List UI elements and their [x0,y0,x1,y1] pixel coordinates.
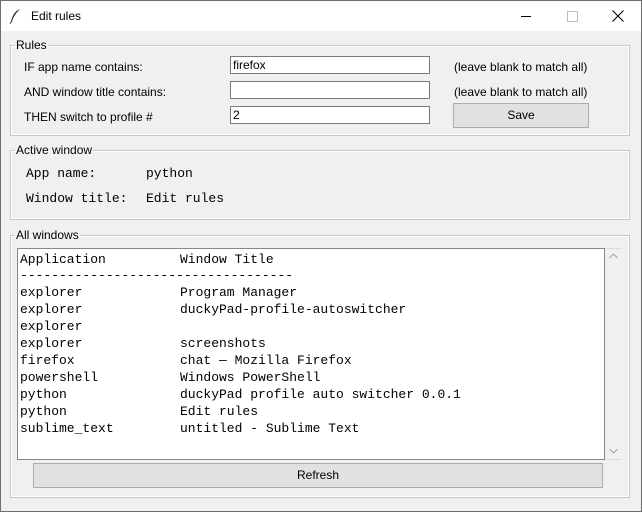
window-title-input[interactable] [230,81,430,99]
vertical-scrollbar[interactable] [605,248,622,460]
row-window-title: duckyPad profile auto switcher 0.0.1 [180,387,461,402]
row-application: python [20,387,67,402]
header-window-title: Window Title [180,252,274,267]
row-application: firefox [20,353,75,368]
row-application: sublime_text [20,421,114,436]
minimize-button[interactable] [503,1,549,31]
active-title-label: Window title: [26,191,128,206]
row-window-title: chat — Mozilla Firefox [180,353,352,368]
list-header: Application Window Title [20,251,461,268]
row-application: python [20,404,67,419]
rules-legend: Rules [16,38,47,52]
row-window-title: duckyPad-profile-autoswitcher [180,302,407,317]
row-window-title: untitled - Sublime Text [180,421,360,436]
row-application: explorer [20,285,83,300]
scroll-down-icon[interactable] [609,448,618,454]
list-item[interactable]: python duckyPad profile auto switcher 0.0… [20,386,461,403]
row-application: explorer [20,302,83,317]
window-title: Edit rules [31,9,82,23]
row-window-title: Edit rules [180,404,259,419]
active-app-value: python [146,166,193,181]
active-window-legend: Active window [16,143,93,157]
scroll-up-icon[interactable] [609,253,618,259]
window-title-label: AND window title contains: [24,85,167,99]
title-bar[interactable]: Edit rules [1,1,641,31]
row-application: powershell [20,370,99,385]
active-window-group: Active window [10,143,630,220]
list-separator: ----------------------------------- [20,268,294,283]
list-item[interactable]: explorer [20,318,461,335]
row-application: explorer [20,319,83,334]
windows-listbox[interactable]: Application Window Title ----------------… [17,248,605,460]
app-name-hint: (leave blank to match all) [454,60,588,74]
windows-list: Application Window Title ----------------… [20,251,461,437]
app-name-label: IF app name contains: [24,60,143,74]
close-button[interactable] [595,1,641,31]
all-windows-legend: All windows [16,228,79,242]
row-application: explorer [20,336,83,351]
maximize-button[interactable] [549,1,595,31]
save-button[interactable]: Save [453,103,589,128]
close-icon [612,10,624,22]
list-item[interactable]: python Edit rules [20,403,461,420]
list-item[interactable]: powershell Windows PowerShell [20,369,461,386]
app-name-input[interactable] [230,56,430,74]
list-item[interactable]: explorer Program Manager [20,284,461,301]
list-item[interactable]: explorer screenshots [20,335,461,352]
row-window-title: Windows PowerShell [180,370,321,385]
header-application: Application [20,252,106,267]
row-window-title: Program Manager [180,285,298,300]
window-title-hint: (leave blank to match all) [454,85,588,99]
profile-input[interactable] [230,106,430,124]
profile-label: THEN switch to profile # [24,110,153,124]
list-item[interactable]: firefox chat — Mozilla Firefox [20,352,461,369]
refresh-button[interactable]: Refresh [33,463,603,488]
active-title-value: Edit rules [146,191,225,206]
feather-icon [9,8,23,24]
active-app-label: App name: [26,166,97,181]
row-window-title: screenshots [180,336,266,351]
list-item[interactable]: sublime_text untitled - Sublime Text [20,420,461,437]
list-item[interactable]: explorer duckyPad-profile-autoswitcher [20,301,461,318]
